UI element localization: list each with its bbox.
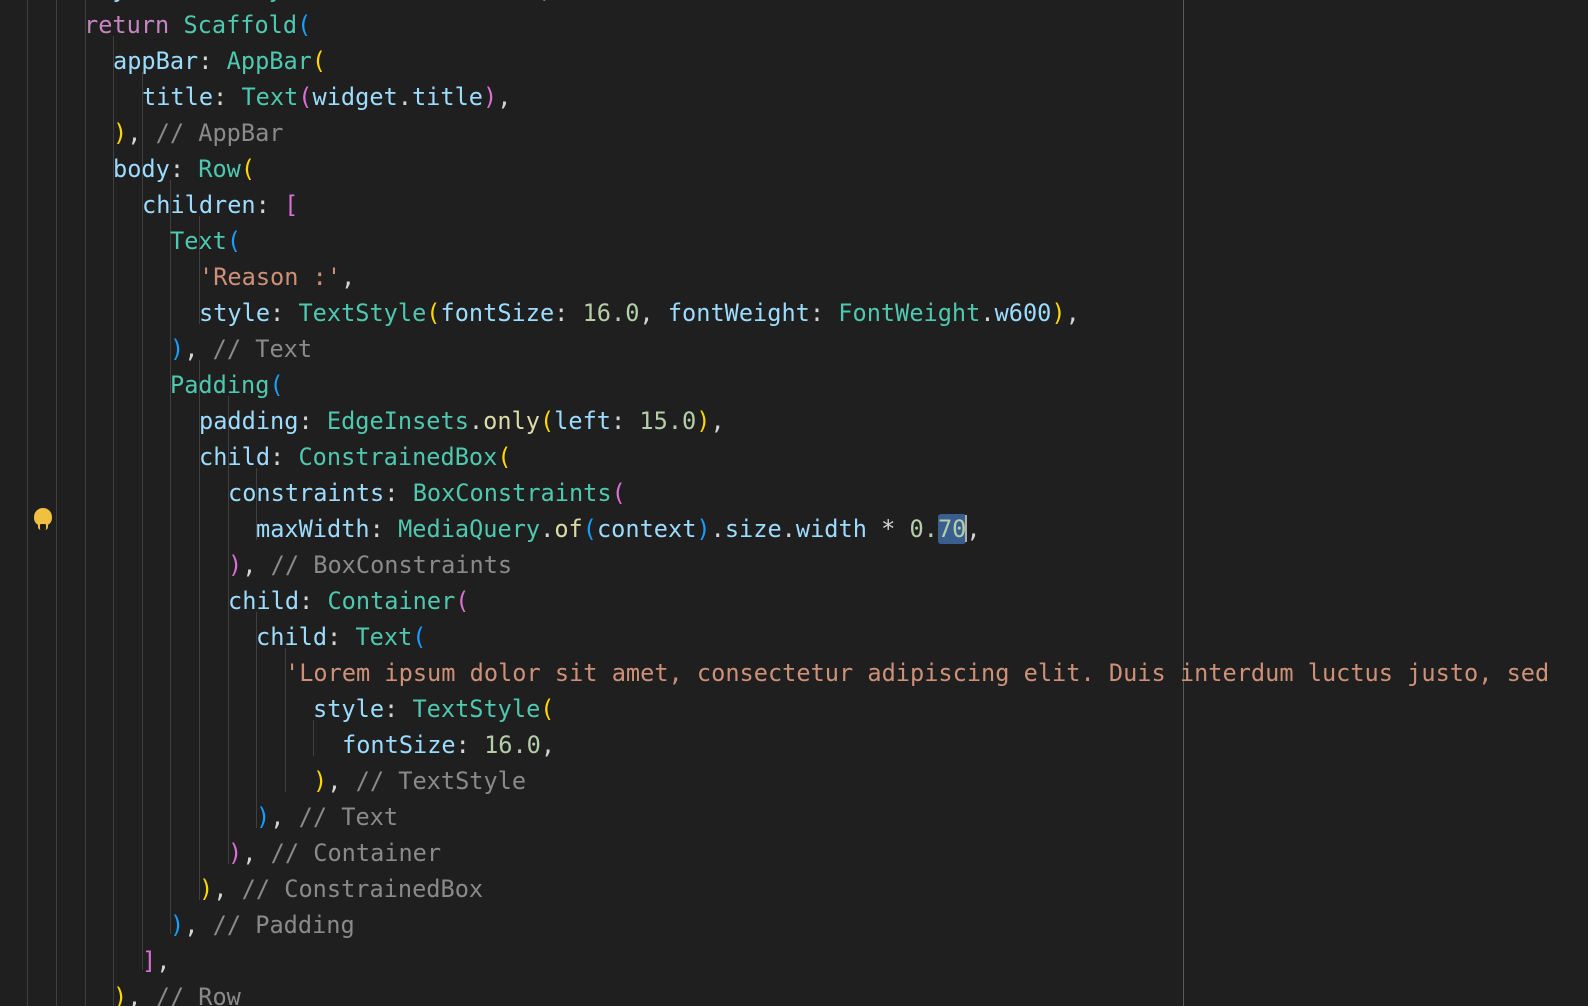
code-line[interactable]: body: Row( <box>113 152 255 188</box>
code-line[interactable]: ), // AppBar <box>113 116 283 152</box>
code-line[interactable]: Text( <box>170 224 241 260</box>
code-line[interactable]: fontSize: 16.0, <box>342 728 555 764</box>
code-line[interactable]: child: ConstrainedBox( <box>199 440 512 476</box>
code-line[interactable]: title: Text(widget.title), <box>142 80 511 116</box>
code-line[interactable]: ), // ConstrainedBox <box>199 872 483 908</box>
code-line[interactable]: Padding( <box>170 368 284 404</box>
code-line[interactable]: ), // Container <box>228 836 441 872</box>
code-line[interactable]: 'Reason :', <box>199 260 355 296</box>
code-line[interactable]: ), // Text <box>170 332 312 368</box>
code-line[interactable]: ), // BoxConstraints <box>228 548 512 584</box>
code-line[interactable]: ), // Text <box>256 800 398 836</box>
code-line[interactable]: style: TextStyle( <box>313 692 555 728</box>
code-line[interactable]: ), // TextStyle <box>313 764 526 800</box>
code-line[interactable]: style: TextStyle(fontSize: 16.0), <box>84 0 553 8</box>
code-line[interactable]: child: Text( <box>256 620 427 656</box>
code-line[interactable]: children: [ <box>142 188 298 224</box>
code-line[interactable]: style: TextStyle(fontSize: 16.0, fontWei… <box>199 296 1080 332</box>
code-content: style: TextStyle(fontSize: 16.0), return… <box>0 0 1588 1006</box>
code-line[interactable]: child: Container( <box>228 584 470 620</box>
code-line-active[interactable]: maxWidth: MediaQuery.of(context).size.wi… <box>256 512 981 548</box>
code-line[interactable]: ], <box>142 944 170 980</box>
code-editor[interactable]: style: TextStyle(fontSize: 16.0), return… <box>0 0 1588 1006</box>
code-line[interactable]: padding: EdgeInsets.only(left: 15.0), <box>199 404 725 440</box>
code-line[interactable]: appBar: AppBar( <box>113 44 326 80</box>
code-line[interactable]: ), // Row <box>113 980 241 1006</box>
code-line[interactable]: constraints: BoxConstraints( <box>228 476 626 512</box>
code-line[interactable]: return Scaffold( <box>84 8 311 44</box>
code-line[interactable]: ), // Padding <box>170 908 355 944</box>
code-line[interactable]: 'Lorem ipsum dolor sit amet, consectetur… <box>285 656 1549 692</box>
selected-text[interactable]: 70 <box>937 514 967 544</box>
